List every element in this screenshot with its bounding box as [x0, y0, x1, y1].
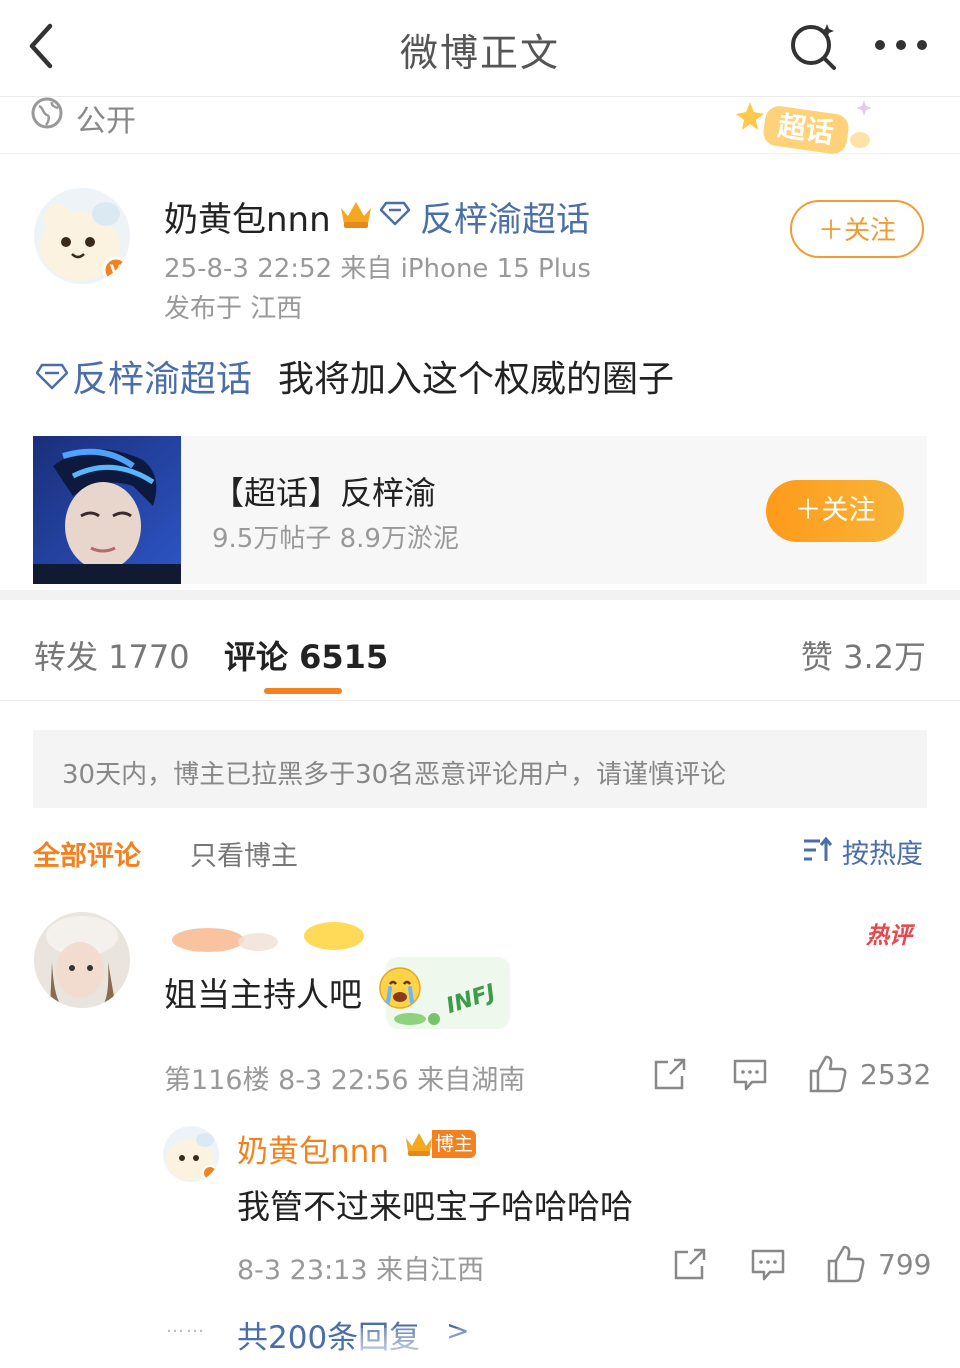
author-topic-link[interactable]: 反梓渝超话 — [420, 192, 590, 241]
post-location: 发布于 江西 — [164, 294, 303, 324]
chaohua-badge-label: 超话 — [775, 109, 836, 150]
more-replies-dots: …… — [166, 1316, 206, 1337]
share-icon[interactable] — [672, 1248, 708, 1282]
like-icon[interactable] — [826, 1244, 866, 1284]
comment-like-count: 2532 — [860, 1058, 932, 1091]
svg-text:V: V — [110, 261, 123, 280]
reply-author-name[interactable]: 奶黄包nnn — [237, 1126, 389, 1171]
globe-icon — [30, 96, 64, 130]
reply-icon[interactable] — [750, 1248, 786, 1282]
tab-reposts[interactable]: 转发 1770 — [34, 632, 190, 678]
tabs-divider — [0, 700, 960, 701]
sort-icon[interactable] — [802, 836, 833, 864]
crying-emoji-icon — [378, 966, 422, 1010]
reply-author-avatar[interactable] — [163, 1126, 219, 1182]
reply-meta: 8-3 23:13 来自江西 — [237, 1255, 485, 1286]
blogger-badge: 博主 — [432, 1130, 476, 1158]
filter-author-only[interactable]: 只看博主 — [190, 834, 298, 873]
supertopic-card-stats: 9.5万帖子 8.9万淤泥 — [212, 524, 459, 554]
tab-comments[interactable]: 评论 6515 — [224, 632, 388, 678]
watermark-fade — [360, 1328, 600, 1368]
follow-supertopic-button[interactable]: ＋关注 — [766, 480, 904, 542]
author-name[interactable]: 奶黄包nnn — [164, 192, 331, 241]
comment-text: 姐当主持人吧 — [164, 975, 362, 1014]
supertopic-diamond-icon — [379, 200, 411, 226]
commenter-name-redacted — [168, 920, 368, 958]
tab-likes[interactable]: 赞 3.2万 — [801, 632, 926, 678]
follow-author-button[interactable]: ＋关注 — [790, 200, 924, 258]
hot-comment-badge: 热评 — [866, 923, 912, 949]
post-topic-link[interactable]: 反梓渝超话 — [72, 350, 252, 402]
active-tab-indicator — [264, 688, 342, 694]
visibility-label: 公开 — [76, 104, 136, 139]
author-avatar[interactable]: V — [34, 188, 130, 284]
sort-by-hot[interactable]: 按热度 — [842, 832, 923, 871]
post-meta: 25-8-3 22:52 来自 iPhone 15 Plus — [164, 254, 591, 284]
reply-text: 我管不过来吧宝子哈哈哈哈 — [237, 1187, 633, 1226]
supertopic-diamond-icon — [35, 362, 69, 390]
supertopic-cover-image — [33, 436, 181, 584]
crown-icon — [404, 1130, 434, 1158]
more-icon[interactable] — [870, 20, 932, 70]
reply-like-count: 799 — [878, 1248, 932, 1281]
supertopic-card-title: 【超话】反梓渝 — [212, 474, 437, 512]
filter-all-comments[interactable]: 全部评论 — [33, 834, 141, 873]
crown-icon — [338, 198, 374, 230]
comment-notice-text: 30天内，博主已拉黑多于30名恶意评论用户，请谨慎评论 — [62, 760, 727, 790]
commenter-avatar[interactable] — [34, 912, 130, 1008]
like-icon[interactable] — [808, 1054, 848, 1094]
reply-icon[interactable] — [732, 1058, 768, 1092]
search-icon[interactable] — [786, 18, 842, 74]
share-icon[interactable] — [652, 1058, 688, 1092]
post-text: 我将加入这个权威的圈子 — [278, 359, 675, 400]
chaohua-badge: 超话 — [736, 98, 876, 158]
section-divider — [0, 590, 960, 600]
comment-meta: 第116楼 8-3 22:56 来自湖南 — [164, 1065, 526, 1096]
